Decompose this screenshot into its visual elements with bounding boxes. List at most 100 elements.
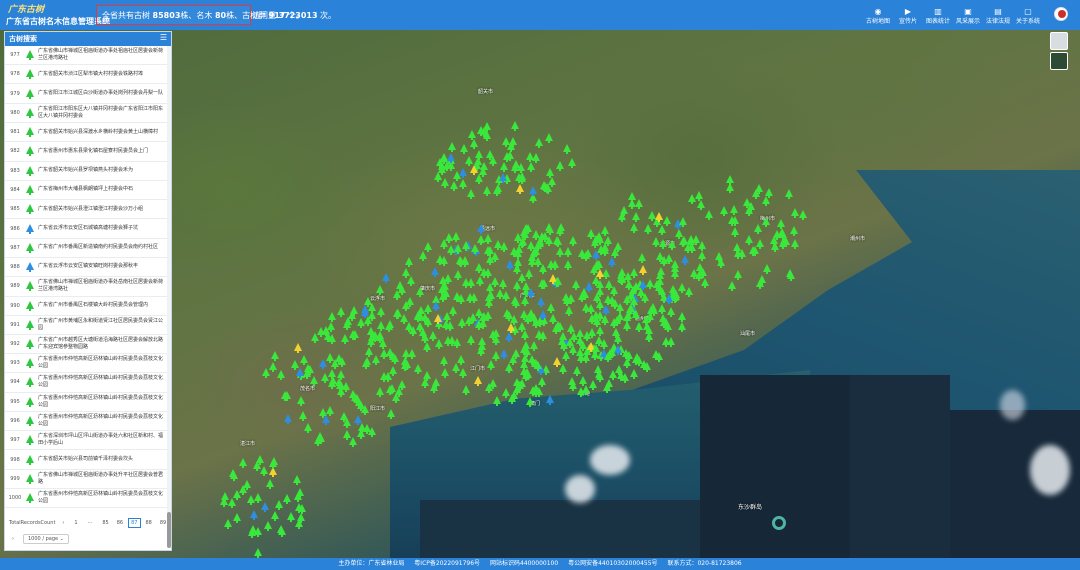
tree-marker[interactable]: [461, 240, 470, 251]
tree-marker[interactable]: [401, 300, 410, 311]
tree-marker[interactable]: [321, 415, 330, 425]
tree-marker[interactable]: [521, 224, 530, 235]
tree-marker[interactable]: [658, 224, 666, 235]
tree-marker[interactable]: [283, 494, 291, 505]
tree-marker[interactable]: [730, 204, 739, 215]
tree-marker[interactable]: [756, 278, 765, 289]
tree-marker[interactable]: [630, 297, 639, 308]
tree-marker[interactable]: [509, 314, 518, 325]
tree-marker[interactable]: [326, 406, 335, 417]
tree-marker[interactable]: [680, 254, 689, 265]
tree-marker[interactable]: [679, 216, 688, 227]
tree-marker[interactable]: [508, 394, 517, 405]
tree-marker[interactable]: [431, 301, 440, 312]
list-item[interactable]: 988 广东省云浮市云安区镇安镇旺岗村委会那秋丰: [5, 258, 169, 278]
list-item[interactable]: 981 广东省韶关市始兴县深渡水乡横岭村委会黄土山横樟村: [5, 123, 169, 143]
tree-marker[interactable]: [385, 319, 394, 330]
tree-marker[interactable]: [530, 340, 539, 351]
tree-marker[interactable]: [451, 232, 460, 243]
nav-item-video[interactable]: ▶ 宣传片: [894, 4, 922, 28]
tree-marker[interactable]: [470, 138, 479, 149]
tree-marker[interactable]: [630, 223, 639, 234]
list-item[interactable]: 997 广东省深圳市坪山区坪山街道办事处六和社区新和村、福田小学后山: [5, 431, 169, 451]
tree-marker[interactable]: [480, 161, 488, 172]
page-number[interactable]: 87: [128, 518, 141, 528]
basemap-toggle-satellite[interactable]: [1050, 52, 1068, 70]
tree-marker[interactable]: [572, 365, 581, 376]
tree-marker[interactable]: [439, 355, 448, 366]
tree-marker[interactable]: [546, 303, 555, 314]
tree-marker[interactable]: [612, 316, 621, 327]
tree-marker[interactable]: [334, 377, 343, 388]
footer-police[interactable]: 粤公网安备44010302000455号: [568, 560, 657, 567]
tree-marker[interactable]: [705, 210, 714, 220]
tree-marker[interactable]: [477, 337, 486, 348]
tree-marker[interactable]: [483, 131, 492, 142]
nav-item-image[interactable]: ▣ 风采展示: [954, 4, 982, 28]
tree-marker[interactable]: [278, 526, 286, 537]
tree-marker[interactable]: [596, 280, 605, 291]
tree-marker[interactable]: [479, 312, 487, 323]
tree-marker[interactable]: [630, 268, 639, 279]
tree-marker[interactable]: [376, 321, 385, 332]
tree-marker[interactable]: [754, 184, 763, 195]
tree-marker[interactable]: [297, 504, 306, 514]
tree-marker[interactable]: [576, 335, 585, 346]
tree-marker[interactable]: [526, 397, 535, 408]
tree-marker[interactable]: [431, 266, 440, 277]
tree-marker[interactable]: [677, 321, 686, 332]
list-item[interactable]: 998 广东省韶关市始兴县司前镇千泽村委会坎头: [5, 450, 169, 470]
nav-item-document[interactable]: ▤ 法律法规: [984, 4, 1012, 28]
tree-marker[interactable]: [295, 367, 304, 378]
tree-marker[interactable]: [353, 414, 362, 425]
list-item[interactable]: 991 广东省广州市黄埔区永和街道贤江社区居民委员会贤江公园: [5, 316, 169, 335]
list-item[interactable]: 999 广东省佛山市禅城区祖庙街道办事处升平社区居委会普君路: [5, 470, 169, 489]
tree-marker[interactable]: [377, 307, 386, 318]
tree-marker[interactable]: [761, 196, 770, 207]
list-scrollbar[interactable]: [167, 46, 171, 512]
nav-item-globe[interactable]: ◉ 古树地图: [864, 4, 892, 28]
page-number[interactable]: 85: [99, 518, 111, 528]
tree-marker[interactable]: [567, 323, 575, 334]
tree-marker[interactable]: [447, 141, 456, 152]
tree-marker[interactable]: [249, 510, 258, 521]
tree-marker[interactable]: [518, 322, 527, 333]
tree-marker[interactable]: [642, 361, 651, 372]
nav-item-info[interactable]: ▢ 关于系统: [1014, 4, 1042, 28]
tree-marker[interactable]: [462, 385, 471, 396]
tree-marker[interactable]: [270, 457, 278, 467]
tree-marker[interactable]: [489, 329, 498, 340]
nav-item-chart[interactable]: ▥ 图表统计: [924, 4, 952, 28]
tree-marker[interactable]: [239, 458, 248, 469]
tree-marker[interactable]: [687, 237, 696, 248]
tree-marker[interactable]: [512, 378, 521, 389]
tree-marker[interactable]: [684, 286, 693, 297]
tree-marker[interactable]: [762, 216, 770, 227]
tree-marker[interactable]: [790, 208, 799, 219]
tree-marker[interactable]: [509, 355, 518, 366]
tree-marker[interactable]: [471, 244, 479, 255]
tree-marker[interactable]: [671, 268, 680, 279]
tree-marker[interactable]: [536, 316, 544, 327]
tree-marker[interactable]: [667, 307, 676, 318]
tree-marker[interactable]: [733, 269, 742, 280]
tree-marker[interactable]: [350, 306, 359, 317]
list-item[interactable]: 980 广东省阳江市阳东区大八镇井冈村委会广东省阳江市阳东区大八镇井冈村委会: [5, 104, 169, 124]
tree-marker[interactable]: [341, 334, 349, 345]
tree-marker[interactable]: [620, 373, 629, 384]
tree-marker[interactable]: [441, 289, 450, 300]
tree-marker[interactable]: [515, 184, 524, 195]
tree-marker[interactable]: [517, 173, 526, 184]
tree-marker[interactable]: [651, 236, 660, 247]
tree-marker[interactable]: [445, 321, 454, 331]
list-item[interactable]: 985 广东省韶关市始兴县澄江镇澄江村委会沙万小组: [5, 200, 169, 220]
tree-marker[interactable]: [299, 410, 307, 421]
tree-marker[interactable]: [487, 359, 496, 370]
tree-marker[interactable]: [664, 321, 673, 332]
tree-marker[interactable]: [644, 223, 653, 234]
tree-marker[interactable]: [522, 368, 531, 379]
tree-marker[interactable]: [587, 328, 596, 339]
tree-marker[interactable]: [232, 512, 241, 523]
tree-marker[interactable]: [473, 375, 482, 386]
tree-marker[interactable]: [420, 378, 429, 389]
